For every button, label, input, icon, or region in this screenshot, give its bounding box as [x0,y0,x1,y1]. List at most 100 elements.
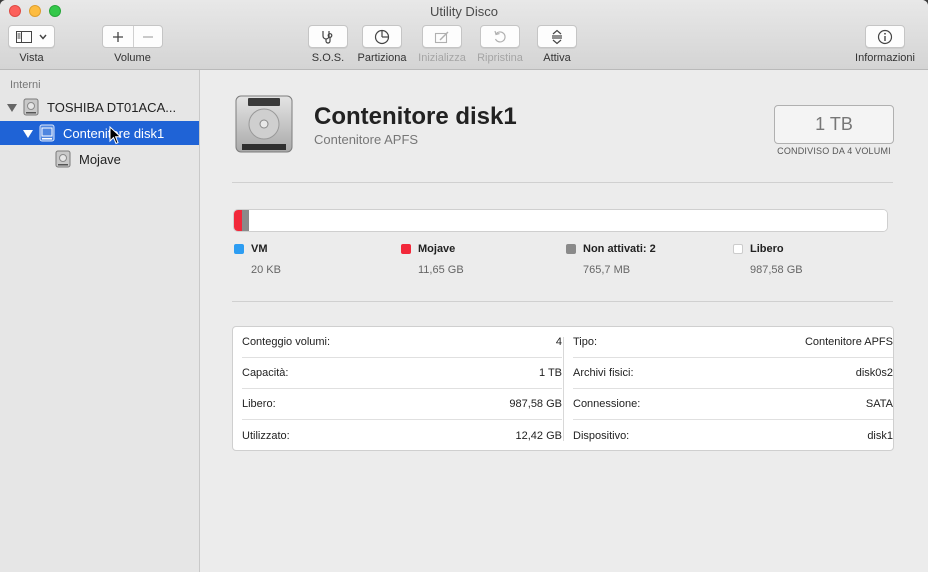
hard-drive-icon [23,98,39,116]
info-row: Dispositivo: disk1 [573,420,893,451]
legend-swatch [566,244,576,254]
erase-icon [434,31,449,43]
attiva-button[interactable] [537,25,577,48]
ripristina-group: Ripristina [472,25,528,64]
info-value: disk0s2 [855,367,893,379]
info-label: Conteggio volumi: [242,336,331,348]
pie-partition-icon [374,29,390,44]
info-label: Dispositivo: [573,429,630,442]
info-row: Capacità: 1 TB [242,358,562,389]
container-disk-icon [39,124,55,142]
vista-label: Vista [19,52,44,64]
info-label: Libero: [242,398,276,410]
restore-icon [494,30,506,43]
sidebar: Interni TOSHIBA DT01ACA... Contenitore d… [0,70,200,572]
legend-swatch [733,244,743,254]
legend-swatch [234,244,244,254]
info-icon [877,29,893,44]
usage-segment [241,210,249,231]
legend-value: 11,65 GB [418,264,464,276]
info-row: Tipo: Contenitore APFS [573,327,893,358]
disclosure-triangle-icon[interactable] [7,104,17,112]
volume-group: Volume [102,25,163,64]
sidebar-icon [16,30,33,43]
usage-segment [234,210,242,231]
divider [232,301,893,302]
legend-swatch [401,244,411,254]
sos-group: S.O.S. [308,25,348,64]
inizializza-button[interactable] [422,25,462,48]
sidebar-item-mojave[interactable]: Mojave [0,147,199,171]
window-title: Utility Disco [430,4,498,19]
plus-icon [113,31,123,42]
info-row: Connessione: SATA [573,389,893,420]
info-row: Conteggio volumi: 4 [242,327,562,358]
volume-segmented-control [102,25,163,48]
info-label: Archivi fisici: [573,367,634,379]
toolbar: Utility Disco Vista Volume S.O.S. Partiz… [0,0,928,70]
divider [232,182,893,183]
capacity-caption: CONDIVISO DA 4 VOLUMI [777,146,891,156]
sidebar-item-toshiba[interactable]: TOSHIBA DT01ACA... [0,95,199,119]
legend-name: Mojave [418,243,456,255]
info-value: disk1 [867,429,893,442]
ripristina-label: Ripristina [477,52,523,64]
legend-value: 20 KB [251,264,281,276]
info-value: 987,58 GB [509,398,562,410]
info-value: SATA [865,398,893,410]
add-volume-button[interactable] [103,26,133,47]
informazioni-button[interactable] [865,25,905,48]
attiva-group: Attiva [537,25,577,64]
hard-drive-large-icon [235,95,293,153]
mouse-cursor-icon [109,126,122,145]
vista-button[interactable] [8,25,55,48]
info-row: Utilizzato: 12,42 GB [242,420,562,451]
info-label: Capacità: [242,367,289,379]
sos-button[interactable] [308,25,348,48]
info-value: Contenitore APFS [804,336,893,348]
sidebar-section-interni: Interni [10,79,41,91]
disk-subtitle: Contenitore APFS [314,132,419,147]
legend-value: 765,7 MB [583,264,631,276]
info-label: Utilizzato: [242,429,290,442]
usage-segment [248,210,887,231]
ripristina-button[interactable] [480,25,520,48]
sidebar-item-label: TOSHIBA DT01ACA... [47,99,177,115]
usage-bar [233,209,888,232]
stethoscope-icon [322,30,333,44]
main-content: Contenitore disk1 Contenitore APFS 1 TB … [200,70,928,572]
mount-icon [552,29,562,44]
info-table: Conteggio volumi: 4 Capacità: 1 TB Libero:… [232,326,894,451]
info-row: Archivi fisici: disk0s2 [573,358,893,389]
legend-name: Libero [750,243,784,255]
vista-group: Vista [8,25,55,64]
info-label: Tipo: [573,336,598,348]
legend-name: VM [251,243,268,255]
legend-value: 987,58 GB [750,264,803,276]
volume-icon [55,150,71,168]
sidebar-item-contenitore-disk1[interactable]: Contenitore disk1 [0,121,199,145]
legend-name: Non attivati: 2 [583,243,656,255]
volume-label: Volume [114,52,151,64]
inizializza-group: Inizializza [414,25,470,64]
chevron-down-icon [39,34,47,40]
partiziona-group: Partiziona [354,25,410,64]
remove-volume-button[interactable] [133,26,162,47]
info-label: Connessione: [573,398,641,410]
capacity-box: 1 TB [774,105,894,144]
info-value: 12,42 GB [515,429,562,442]
disk-utility-window: Utility Disco Vista Volume S.O.S. Partiz… [0,0,928,572]
info-column-separator [563,337,564,441]
sidebar-item-label: Mojave [79,151,121,167]
disclosure-triangle-icon[interactable] [23,130,33,138]
info-value: 4 [555,336,562,348]
info-value: 1 TB [538,367,562,379]
partiziona-label: Partiziona [357,52,407,64]
disk-title: Contenitore disk1 [314,103,517,130]
inizializza-label: Inizializza [418,52,466,64]
minus-icon [143,35,153,38]
informazioni-group: Informazioni [852,25,918,64]
attiva-label: Attiva [543,52,571,64]
info-row: Libero: 987,58 GB [242,389,562,420]
partiziona-button[interactable] [362,25,402,48]
